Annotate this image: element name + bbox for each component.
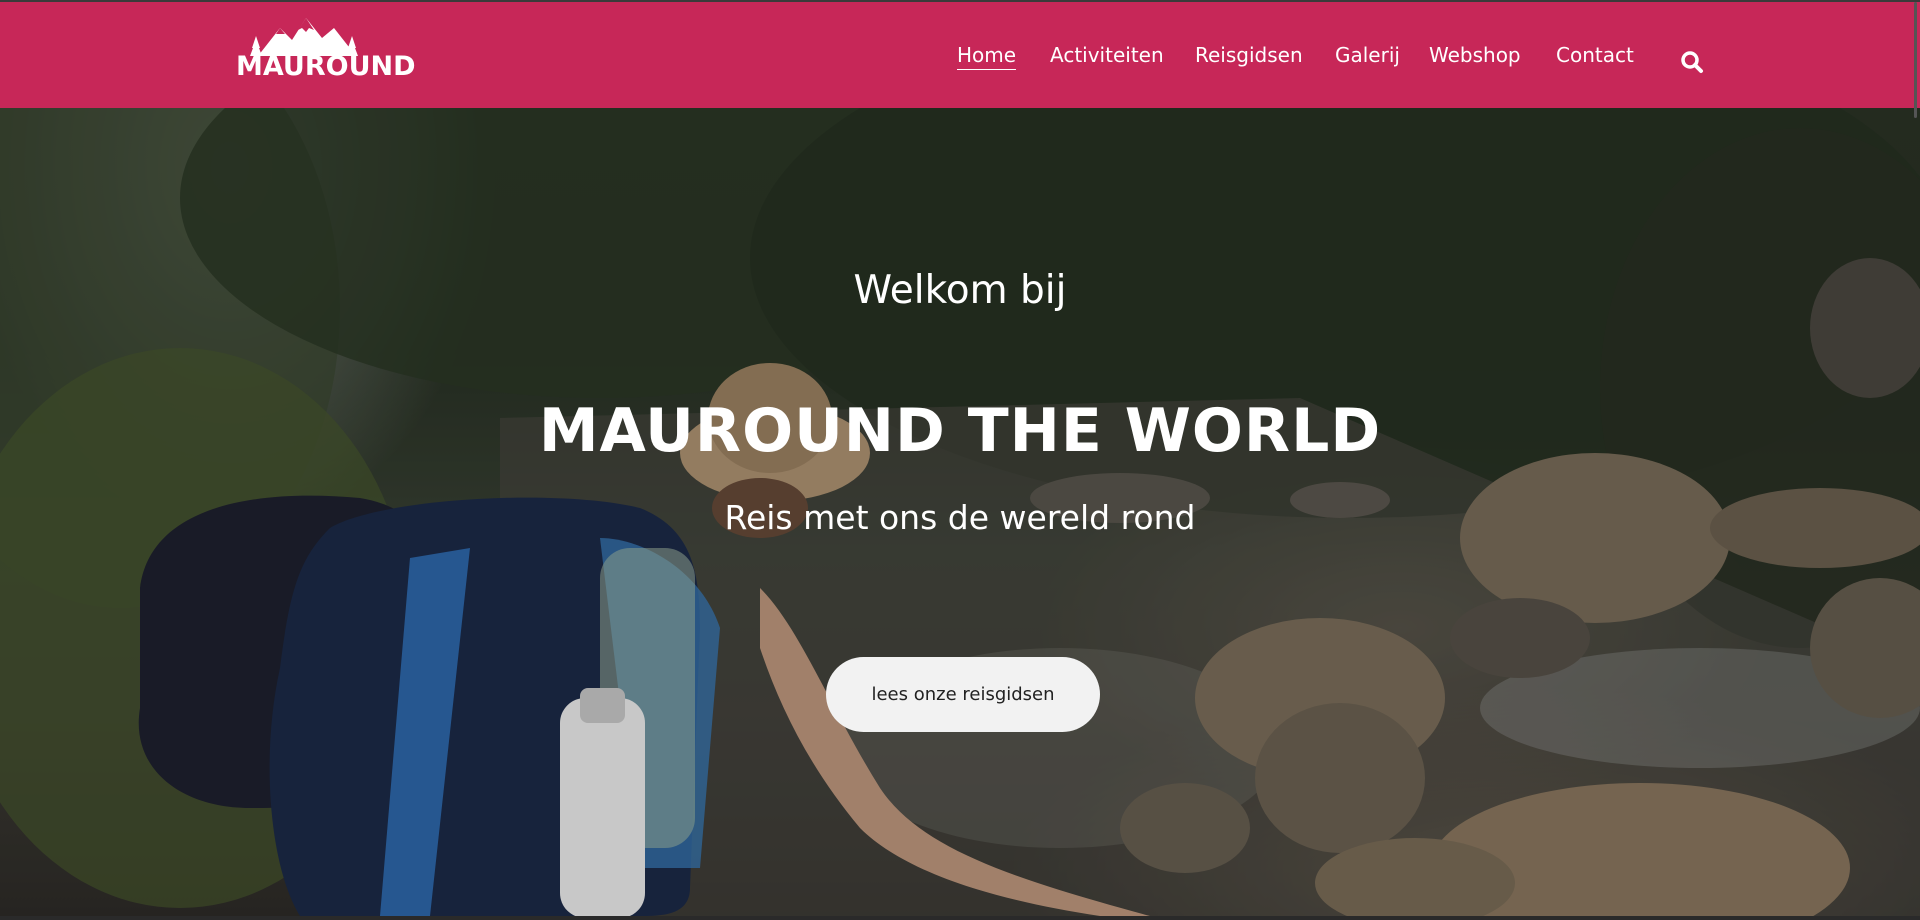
nav-contact[interactable]: Contact: [1556, 42, 1634, 68]
nav-galerij[interactable]: Galerij: [1335, 42, 1400, 68]
hero-headline: MAUROUND THE WORLD: [538, 396, 1382, 466]
bottom-edge: [0, 916, 1920, 920]
nav-activiteiten[interactable]: Activiteiten: [1050, 42, 1164, 68]
read-travel-guides-button[interactable]: lees onze reisgidsen: [826, 657, 1100, 732]
nav-reisgidsen[interactable]: Reisgidsen: [1195, 42, 1303, 68]
site-header: MAUROUND Home Activiteiten Reisgidsen Ga…: [0, 0, 1920, 108]
scrollbar-thumb[interactable]: [1914, 2, 1917, 118]
nav-home[interactable]: Home: [957, 42, 1017, 70]
logo-text: MAUROUND: [236, 51, 416, 82]
brand-logo[interactable]: MAUROUND: [236, 16, 416, 92]
nav-webshop[interactable]: Webshop: [1429, 42, 1521, 68]
search-icon[interactable]: [1680, 50, 1704, 74]
page-scrollbar[interactable]: [1912, 0, 1920, 920]
welcome-text: Welkom bij: [853, 268, 1067, 313]
hero-section: Welkom bij MAUROUND THE WORLD Reis met o…: [0, 108, 1920, 916]
hero-subline: Reis met ons de wereld rond: [724, 498, 1196, 537]
